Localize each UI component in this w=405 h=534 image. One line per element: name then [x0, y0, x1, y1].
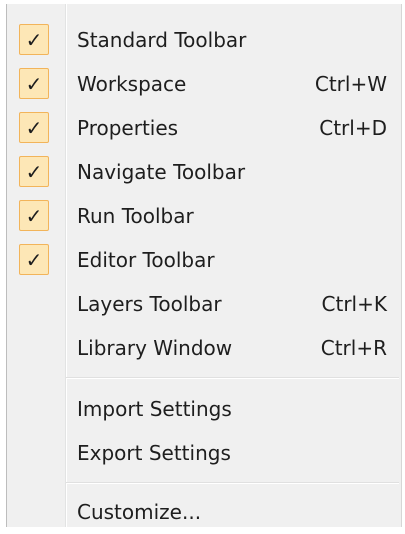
menu-item-layers-toolbar[interactable]: Layers Toolbar Ctrl+K — [7, 282, 401, 326]
menu-item-label: Library Window — [77, 336, 233, 360]
menu-item-label: Editor Toolbar — [77, 248, 215, 272]
menu-item-shortcut: Ctrl+K — [321, 292, 387, 316]
menu-item-standard-toolbar[interactable]: ✓ Standard Toolbar — [7, 18, 401, 62]
menu-item-label: Standard Toolbar — [77, 28, 247, 52]
menu-item-label: Layers Toolbar — [77, 292, 222, 316]
menu-item-label: Export Settings — [77, 441, 231, 465]
menu-item-label: Navigate Toolbar — [77, 160, 246, 184]
menu-item-label: Properties — [77, 116, 179, 140]
menu-item-shortcut: Ctrl+W — [314, 72, 387, 96]
menu-item-shortcut: Ctrl+D — [319, 116, 387, 140]
checkmark-icon: ✓ — [19, 112, 49, 143]
checkmark-icon: ✓ — [19, 24, 49, 55]
menu-item-label: Customize... — [77, 500, 202, 524]
menu-item-import-settings[interactable]: Import Settings — [7, 387, 401, 431]
menu-separator — [66, 482, 399, 484]
checkmark-icon: ✓ — [19, 68, 49, 99]
checkmark-icon: ✓ — [19, 156, 49, 187]
menu-item-workspace[interactable]: ✓ Workspace Ctrl+W — [7, 62, 401, 106]
menu-item-shortcut: Ctrl+R — [320, 336, 387, 360]
menu-item-run-toolbar[interactable]: ✓ Run Toolbar — [7, 194, 401, 238]
menu-item-library-window[interactable]: Library Window Ctrl+R — [7, 326, 401, 370]
menu-item-label: Import Settings — [77, 397, 232, 421]
menu-item-export-settings[interactable]: Export Settings — [7, 431, 401, 475]
menu-item-label: Run Toolbar — [77, 204, 194, 228]
view-context-menu: ✓ Standard Toolbar ✓ Workspace Ctrl+W ✓ … — [6, 4, 402, 527]
checkmark-icon: ✓ — [19, 244, 49, 275]
menu-separator — [66, 377, 399, 379]
menu-item-label: Workspace — [77, 72, 187, 96]
checkmark-icon: ✓ — [19, 200, 49, 231]
menu-item-navigate-toolbar[interactable]: ✓ Navigate Toolbar — [7, 150, 401, 194]
menu-item-properties[interactable]: ✓ Properties Ctrl+D — [7, 106, 401, 150]
menu-item-editor-toolbar[interactable]: ✓ Editor Toolbar — [7, 238, 401, 282]
menu-item-customize[interactable]: Customize... — [7, 490, 401, 534]
